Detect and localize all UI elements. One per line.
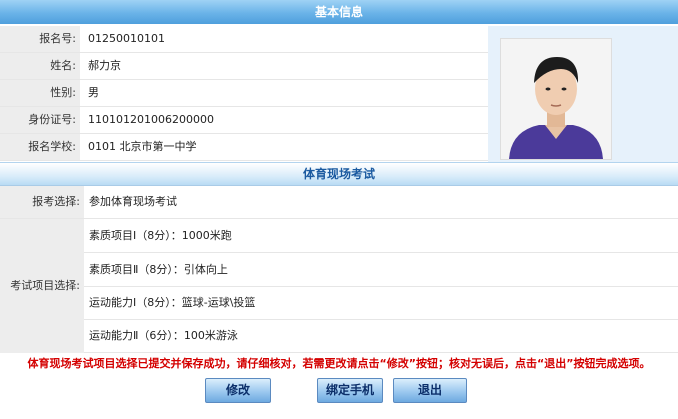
- exit-button[interactable]: 退出: [393, 378, 467, 403]
- field-value: 郝力京: [88, 59, 121, 72]
- exam-item: 素质项目Ⅰ（8分）：1000米跑: [84, 219, 678, 253]
- field-row-registration-no: 报名号: 01250010101: [0, 26, 488, 53]
- field-value: 110101201006200000: [88, 113, 214, 126]
- field-value: 男: [88, 86, 99, 99]
- field-label: 性别:: [0, 80, 80, 106]
- field-label: 报名学校:: [0, 134, 80, 160]
- student-photo: [500, 38, 612, 160]
- status-notice: 体育现场考试项目选择已提交并保存成功，请仔细核对，若需更改请点击“修改”按钮；核…: [27, 357, 651, 370]
- field-value: 0101 北京市第一中学: [88, 140, 197, 153]
- field-row-name: 姓名: 郝力京: [0, 53, 488, 80]
- exam-items-label: 考试项目选择:: [0, 219, 84, 353]
- basic-info-table: 报名号: 01250010101 姓名: 郝力京 性别: 男 身份证号: 110…: [0, 26, 488, 161]
- field-label: 报名号:: [0, 26, 80, 52]
- exam-items-block: 考试项目选择: 素质项目Ⅰ（8分）：1000米跑 素质项目Ⅱ（8分）：引体向上 …: [0, 219, 678, 353]
- exam-choice-row: 报考选择: 参加体育现场考试: [0, 186, 678, 219]
- field-row-id-number: 身份证号: 110101201006200000: [0, 107, 488, 134]
- exam-item: 素质项目Ⅱ（8分）：引体向上: [84, 253, 678, 287]
- field-row-school: 报名学校: 0101 北京市第一中学: [0, 134, 488, 161]
- basic-info-header: 基本信息: [0, 0, 678, 24]
- exam-item-text: 运动能力Ⅱ（6分）：100米游泳: [89, 329, 238, 342]
- person-portrait-icon: [501, 39, 611, 159]
- exam-choice-value: 参加体育现场考试: [89, 195, 177, 208]
- modify-button[interactable]: 修改: [205, 378, 271, 403]
- exam-choice-label: 报考选择:: [0, 186, 84, 218]
- sports-exam-header: 体育现场考试: [0, 162, 678, 186]
- exam-item-text: 素质项目Ⅱ（8分）：引体向上: [89, 263, 228, 276]
- field-row-gender: 性别: 男: [0, 80, 488, 107]
- exam-item: 运动能力Ⅰ（8分）：篮球-运球\投篮: [84, 286, 678, 320]
- field-label: 身份证号:: [0, 107, 80, 133]
- field-label: 姓名:: [0, 53, 80, 79]
- bind-phone-button[interactable]: 绑定手机: [317, 378, 383, 403]
- exam-item-text: 运动能力Ⅰ（8分）：篮球-运球\投篮: [89, 296, 256, 309]
- field-value: 01250010101: [88, 32, 165, 45]
- exam-item: 运动能力Ⅱ（6分）：100米游泳: [84, 319, 678, 353]
- exam-item-text: 素质项目Ⅰ（8分）：1000米跑: [89, 229, 232, 242]
